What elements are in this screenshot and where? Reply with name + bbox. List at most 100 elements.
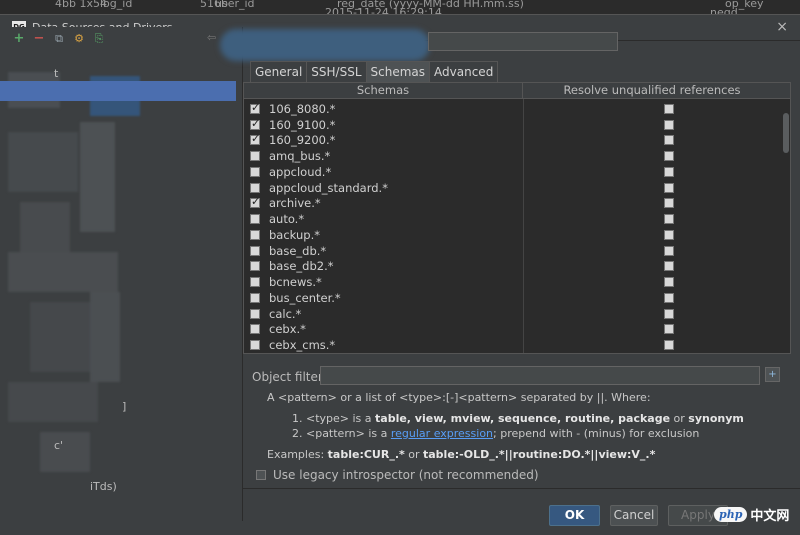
resolve-references-checkbox[interactable] [664,214,674,225]
bg-fragment: 516b [200,0,228,10]
regular-expression-link[interactable]: regular expression [391,427,493,440]
schema-checkbox[interactable] [250,277,260,288]
column-header-schemas[interactable]: Schemas [244,83,523,98]
watermark-text: 中文网 [750,509,790,524]
schema-name: backup.* [269,227,320,242]
resolve-references-checkbox[interactable] [664,198,674,209]
resolve-references-checkbox[interactable] [664,151,674,162]
resolve-references-checkbox[interactable] [664,292,674,303]
filter-help-text: A <pattern> or a list of <type>:[-]<patt… [267,390,787,462]
schema-name: auto.* [269,212,305,227]
schema-name: calc.* [269,306,302,321]
resolve-references-checkbox[interactable] [664,245,674,256]
schema-checkbox[interactable] [250,340,260,351]
table-row[interactable]: appcloud_standard.* [244,180,781,196]
duplicate-icon[interactable]: ⧉ [52,33,66,44]
resolve-references-checkbox[interactable] [664,340,674,351]
resolve-references-checkbox[interactable] [664,229,674,240]
table-row[interactable]: cebx.* [244,322,781,338]
help-item-1: 1. <type> is a table, view, mview, seque… [267,411,787,426]
object-filter-label: Object filter: [252,370,327,384]
help-item-2: 2. <pattern> is a regular expression; pr… [267,426,787,441]
tree-fragment: c' [54,439,64,452]
back-arrow-icon[interactable]: ⇦ [207,31,216,44]
add-icon[interactable]: + [12,32,26,45]
tab-ssh-ssl[interactable]: SSH/SSL [306,61,367,82]
table-row[interactable]: auto.* [244,211,781,227]
resolve-references-checkbox[interactable] [664,261,674,272]
schema-name: cebx.* [269,322,306,337]
schema-checkbox[interactable] [250,182,260,193]
resolve-references-checkbox[interactable] [664,135,674,146]
table-scrollbar[interactable] [783,113,789,153]
resolve-references-checkbox[interactable] [664,103,674,114]
resolve-references-checkbox[interactable] [664,182,674,193]
table-row[interactable]: appcloud.* [244,164,781,180]
schema-checkbox[interactable] [250,229,260,240]
schema-checkbox[interactable] [250,195,260,209]
resolve-references-checkbox[interactable] [664,166,674,177]
table-row[interactable]: bcnews.* [244,274,781,290]
table-row[interactable]: 160_9100.* [244,117,781,133]
table-header: Schemas Resolve unqualified references [244,83,790,99]
driver-settings-icon[interactable]: ⚙ [72,33,86,44]
resolve-references-checkbox[interactable] [664,119,674,130]
column-header-resolve[interactable]: Resolve unqualified references [523,83,781,98]
redacted-tree [0,52,240,522]
selected-data-source-row[interactable] [0,81,236,101]
help-text: 1. <type> is a [292,412,376,425]
help-intro: A <pattern> or a list of <type>:[-]<patt… [267,391,651,404]
schema-checkbox[interactable] [250,151,260,162]
table-row[interactable]: 160_9200.* [244,132,781,149]
divider [243,488,800,489]
schema-checkbox[interactable] [250,292,260,303]
tab-advanced[interactable]: Advanced [429,61,499,82]
table-row[interactable]: bus_center.* [244,290,781,306]
table-row[interactable]: calc.* [244,306,781,322]
schema-name: appcloud.* [269,164,332,179]
remove-icon[interactable]: − [32,32,46,45]
schema-checkbox[interactable] [250,324,260,335]
schemas-table: Schemas Resolve unqualified references 1… [243,82,791,354]
data-source-tree-panel: + − ⧉ ⚙ ⎘ ⇦ t ] c' iTds) [0,27,243,521]
left-toolbar: + − ⧉ ⚙ ⎘ [0,27,242,49]
legacy-introspector-option[interactable]: Use legacy introspector (not recommended… [256,468,539,482]
help-text: Examples: [267,448,328,461]
help-text: or [404,448,423,461]
tab-schemas[interactable]: Schemas [365,61,431,82]
schema-checkbox[interactable] [250,132,260,146]
table-row[interactable]: 106_8080.* [244,101,781,117]
import-icon[interactable]: ⎘ [92,33,106,44]
schema-checkbox[interactable] [250,101,260,114]
cancel-button[interactable]: Cancel [610,505,658,526]
table-row[interactable]: backup.* [244,227,781,243]
schema-name: 106_8080.* [269,101,336,116]
table-row[interactable]: cebx_cms.* [244,337,781,353]
close-icon[interactable]: × [776,19,788,35]
bg-fragment: neqd [710,6,738,14]
schema-checkbox[interactable] [250,214,260,225]
data-source-name-field[interactable] [428,32,618,51]
schema-name: amq_bus.* [269,149,331,164]
resolve-references-checkbox[interactable] [664,277,674,288]
resolve-references-checkbox[interactable] [664,324,674,335]
table-row[interactable]: amq_bus.* [244,148,781,164]
tab-general[interactable]: General [250,61,308,82]
table-row[interactable]: base_db2.* [244,259,781,275]
schema-checkbox[interactable] [250,245,260,256]
schema-checkbox[interactable] [250,261,260,272]
help-bold: table:CUR_.* [327,448,405,461]
object-filter-input[interactable] [320,366,760,385]
settings-tabs: General SSH/SSL Schemas Advanced [250,61,499,82]
schema-checkbox[interactable] [250,308,260,319]
expand-filter-icon[interactable]: + [765,367,780,382]
table-row[interactable]: base_db.* [244,243,781,259]
legacy-introspector-checkbox[interactable] [256,470,266,480]
ok-button[interactable]: OK [549,505,600,526]
schema-checkbox[interactable] [250,166,260,177]
schema-name: 160_9100.* [269,117,336,132]
resolve-references-checkbox[interactable] [664,308,674,319]
schema-name: cebx_cms.* [269,338,336,353]
table-row[interactable]: archive.* [244,195,781,212]
schema-checkbox[interactable] [250,117,260,130]
